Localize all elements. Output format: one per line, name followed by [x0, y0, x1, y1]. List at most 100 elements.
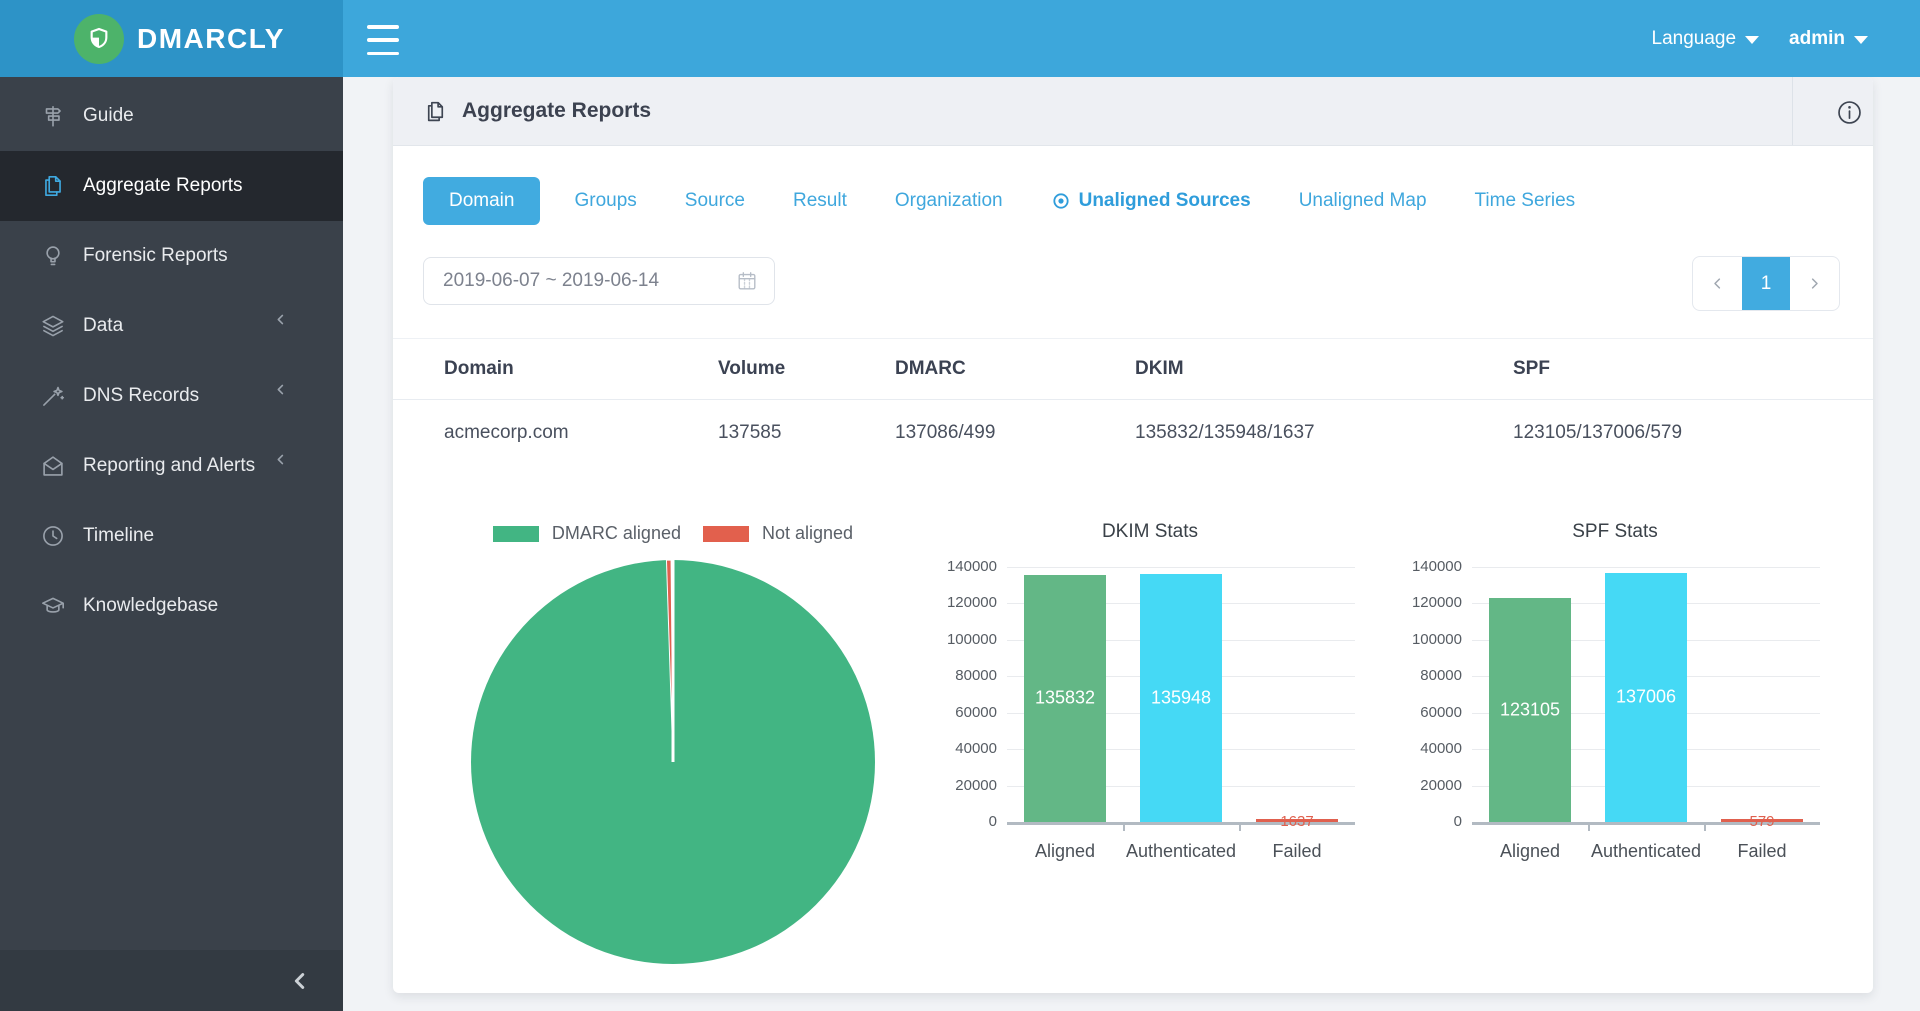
table-cell: 137086/499 [895, 422, 1135, 444]
tab-groups[interactable]: Groups [574, 190, 636, 212]
pagination-next-button[interactable] [1790, 257, 1839, 310]
y-axis: 140000120000100000800006000040000200000 [1410, 567, 1472, 822]
sidebar-item-label: Aggregate Reports [83, 175, 243, 197]
layers-icon [40, 313, 66, 339]
caret-down-icon [1854, 36, 1868, 44]
bar-value-label: 1637 [1226, 813, 1368, 830]
dmarcly-logo-icon [74, 14, 124, 64]
target-icon [1051, 191, 1071, 211]
sidebar-item-aggregate-reports[interactable]: Aggregate Reports [0, 151, 343, 221]
info-icon [1836, 99, 1861, 124]
y-axis-tick-label: 140000 [1412, 558, 1462, 575]
page-title: Aggregate Reports [462, 99, 651, 123]
legend-item-dmarc-aligned: DMARC aligned [493, 523, 681, 544]
tab-label: Source [685, 190, 745, 212]
brand-name: DMARCLY [137, 23, 285, 55]
document-icon [40, 173, 66, 199]
dkim-stats-chart: DKIM Stats140000120000100000800006000040… [945, 517, 1355, 865]
sidebar-item-data[interactable]: Data [0, 291, 343, 361]
language-dropdown[interactable]: Language [1652, 28, 1760, 50]
sidebar-item-label: Guide [83, 105, 134, 127]
x-axis-category-label: Authenticated [1591, 841, 1701, 862]
charts-row: DMARC alignedNot aligned DKIM Stats14000… [393, 517, 1873, 987]
y-axis-tick-label: 100000 [947, 631, 997, 648]
report-tabs: Domain Groups Source Result Organization Unal… [423, 177, 1575, 225]
sidebar-item-dns-records[interactable]: DNS Records [0, 361, 343, 431]
y-axis-tick-label: 60000 [955, 704, 997, 721]
sidebar-item-knowledgebase[interactable]: Knowledgebase [0, 571, 343, 641]
tab-label: Unaligned Sources [1079, 190, 1251, 212]
tab-label: Domain [449, 190, 514, 212]
mail-open-icon [40, 453, 66, 479]
info-button[interactable] [1792, 77, 1873, 145]
lightbulb-icon [40, 243, 66, 269]
chevron-left-icon [274, 383, 300, 409]
sidebar-item-forensic-reports[interactable]: Forensic Reports [0, 221, 343, 291]
y-axis-tick-label: 120000 [1412, 594, 1462, 611]
language-label: Language [1652, 28, 1737, 50]
aggregate-reports-card: Aggregate Reports Domain Groups Source Resu… [393, 77, 1873, 993]
dmarc-alignment-pie [467, 556, 879, 968]
sidebar-item-reporting-and-alerts[interactable]: Reporting and Alerts [0, 431, 343, 501]
column-header-domain: Domain [444, 358, 718, 380]
column-header-volume: Volume [718, 358, 895, 380]
chevron-right-icon [1807, 276, 1822, 291]
y-axis: 140000120000100000800006000040000200000 [945, 567, 1007, 822]
pagination-prev-button[interactable] [1693, 257, 1742, 310]
legend-label: Not aligned [762, 523, 853, 544]
column-header-dkim: DKIM [1135, 358, 1513, 380]
x-axis: Aligned Authenticated Failed [1007, 841, 1355, 865]
x-axis-category-label: Failed [1272, 841, 1321, 862]
pie-legend: DMARC aligned Not aligned [423, 523, 923, 544]
tab-time-series[interactable]: Time Series [1475, 190, 1576, 212]
x-axis-category-label: Aligned [1035, 841, 1095, 862]
bar-value-label: 137006 [1595, 687, 1697, 708]
brand: DMARCLY [0, 0, 343, 77]
bar-authenticated: 135948 [1140, 574, 1222, 822]
spf-stats-chart: SPF Stats1400001200001000008000060000400… [1410, 517, 1820, 865]
date-range-picker[interactable]: 2019-06-07 ~ 2019-06-14 [423, 257, 775, 305]
user-dropdown[interactable]: admin [1789, 28, 1868, 50]
tab-result[interactable]: Result [793, 190, 847, 212]
bar-authenticated: 137006 [1605, 573, 1687, 823]
sidebar-item-label: Reporting and Alerts [83, 455, 255, 477]
x-axis-category-label: Failed [1737, 841, 1786, 862]
topbar: DMARCLY Language admin [0, 0, 1920, 77]
legend-swatch-icon [703, 526, 749, 542]
y-axis-tick-label: 40000 [1420, 740, 1462, 757]
sidebar-item-guide[interactable]: Guide [0, 81, 343, 151]
dmarc-alignment-pie-block: DMARC aligned Not aligned [423, 517, 923, 968]
table-header-row: DomainVolumeDMARCDKIMSPF [393, 338, 1873, 400]
tab-organization[interactable]: Organization [895, 190, 1003, 212]
sidebar-item-label: Data [83, 315, 123, 337]
tab-source[interactable]: Source [685, 190, 745, 212]
signpost-icon [40, 103, 66, 129]
sidebar-item-label: Timeline [83, 525, 154, 547]
tab-unaligned-sources[interactable]: Unaligned Sources [1051, 190, 1251, 212]
pagination: 1 [1692, 256, 1840, 311]
user-label: admin [1789, 28, 1845, 50]
column-header-spf: SPF [1513, 358, 1843, 380]
column-header-dmarc: DMARC [895, 358, 1135, 380]
tab-unaligned-map[interactable]: Unaligned Map [1299, 190, 1427, 212]
bar-value-label: 135832 [1014, 688, 1116, 709]
chevron-left-icon [289, 970, 311, 992]
sidebar-item-timeline[interactable]: Timeline [0, 501, 343, 571]
x-axis-category-label: Aligned [1500, 841, 1560, 862]
legend-label: DMARC aligned [552, 523, 681, 544]
pagination-current-page[interactable]: 1 [1742, 257, 1791, 310]
bar-failed: 579 [1721, 819, 1803, 823]
x-axis-category-label: Authenticated [1126, 841, 1236, 862]
tab-domain[interactable]: Domain [423, 177, 540, 225]
hamburger-menu-icon[interactable] [367, 23, 399, 57]
chart-title: SPF Stats [1410, 521, 1820, 543]
sidebar-collapse-button[interactable] [0, 950, 343, 1011]
y-axis-tick-label: 0 [989, 813, 997, 830]
wand-icon [40, 383, 66, 409]
x-axis: Aligned Authenticated Failed [1472, 841, 1820, 865]
domain-report-table: DomainVolumeDMARCDKIMSPF acmecorp.com137… [393, 338, 1873, 466]
table-cell: 137585 [718, 422, 895, 444]
tab-label: Time Series [1475, 190, 1576, 212]
table-row: acmecorp.com137585137086/499135832/13594… [393, 400, 1873, 466]
chevron-left-icon [274, 453, 300, 479]
